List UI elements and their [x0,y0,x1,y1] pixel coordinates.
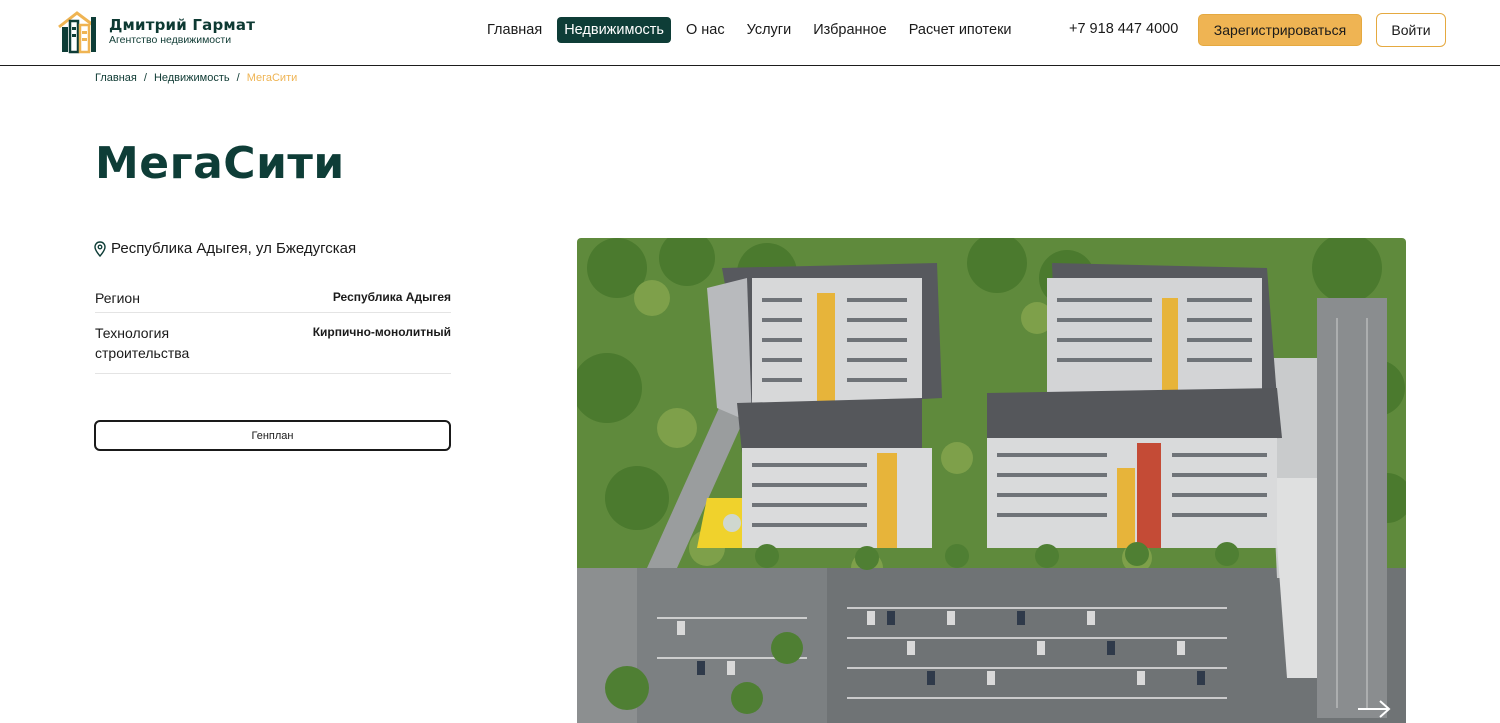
breadcrumb-current: МегаСити [246,72,298,84]
nav-item-real-estate[interactable]: Недвижимость [557,17,671,43]
details-value: Кирпично-монолитный [312,325,451,339]
page-title: МегаСити [95,138,345,189]
nav-item-services[interactable]: Услуги [740,17,799,43]
breadcrumb-home[interactable]: Главная [95,72,137,84]
breadcrumb: Главная / Недвижимость / МегаСити [95,72,297,84]
breadcrumb-real-estate[interactable]: Недвижимость [154,72,230,84]
register-button[interactable]: Зарегистрироваться [1198,14,1362,46]
logo-subtitle: Агентство недвижимости [109,33,232,46]
phone-link[interactable]: +7 918 447 4000 [1069,21,1178,37]
nav-item-mortgage-calculator[interactable]: Расчет ипотеки [902,17,1019,43]
logo-building-icon [58,11,96,54]
breadcrumb-separator: / [143,72,147,84]
details-row-technology: Технология строительства Кирпично-моноли… [95,313,451,374]
nav-item-favorites[interactable]: Избранное [806,17,893,43]
address: Республика Адыгея, ул Бжедугская [94,240,356,257]
logo-name: Дмитрий Гармат [109,15,256,34]
details-row-region: Регион Республика Адыгея [95,278,451,313]
genplan-button[interactable]: Генплан [94,420,451,451]
complex-render-image[interactable] [577,238,1406,723]
details-table: Регион Республика Адыгея Технология стро… [95,278,451,374]
details-label: Технология строительства [95,325,190,361]
main-nav: Главная Недвижимость О нас Услуги Избран… [480,17,1027,43]
nav-item-home[interactable]: Главная [480,17,549,43]
login-button[interactable]: Войти [1376,13,1446,47]
arrow-right-icon[interactable] [1356,698,1392,720]
address-text: Республика Адыгея, ул Бжедугская [111,240,357,257]
details-label: Регион [95,290,140,306]
map-pin-icon [94,240,106,257]
nav-item-about[interactable]: О нас [679,17,732,43]
breadcrumb-separator: / [236,72,240,84]
site-header: Дмитрий Гармат Агентство недвижимости Гл… [0,0,1500,66]
details-value: Республика Адыгея [332,290,451,304]
logo[interactable]: Дмитрий Гармат Агентство недвижимости [53,6,273,56]
